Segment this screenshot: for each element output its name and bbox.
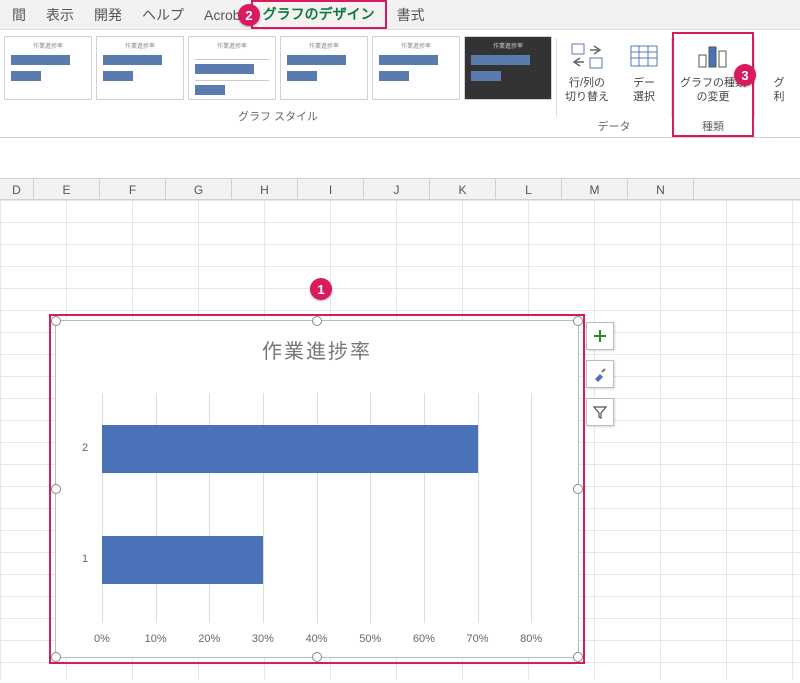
x-tick-label: 20%	[198, 633, 220, 645]
button-label: 行/列の 切り替え	[565, 76, 609, 105]
resize-handle[interactable]	[312, 316, 322, 326]
col-header[interactable]: K	[430, 179, 496, 199]
gridline	[478, 393, 479, 623]
chart-bar[interactable]	[102, 536, 263, 584]
chart-style-thumb[interactable]: 作業進捗率	[372, 36, 460, 100]
change-chart-type-icon	[695, 40, 731, 72]
resize-handle[interactable]	[573, 484, 583, 494]
cells-grid[interactable]: 1 作業進捗率	[0, 200, 800, 680]
resize-handle[interactable]	[51, 652, 61, 662]
resize-handle[interactable]	[312, 652, 322, 662]
col-header[interactable]: F	[100, 179, 166, 199]
annotation-badge-1: 1	[310, 278, 332, 300]
menu-item[interactable]: 間	[2, 0, 36, 30]
ribbon-group-data: 行/列の 切り替え デー 選択 データ	[557, 32, 671, 137]
switch-rowcol-icon	[569, 40, 605, 72]
chart-icon	[761, 40, 797, 72]
menu-item-format[interactable]: 書式	[387, 0, 435, 30]
worksheet-area: D E F G H I J K L M N 1 作業進捗率	[0, 178, 800, 680]
chart-style-thumb[interactable]: 作業進捗率	[280, 36, 368, 100]
column-headers: D E F G H I J K L M N	[0, 178, 800, 200]
menu-bar: 間 表示 開発 ヘルプ Acrob グラフのデザイン 書式 2	[0, 0, 800, 30]
x-tick-label: 0%	[94, 633, 110, 645]
annotation-badge-3: 3	[734, 64, 756, 86]
y-tick-label: 2	[82, 442, 88, 454]
x-tick-label: 40%	[306, 633, 328, 645]
y-tick-label: 1	[82, 553, 88, 565]
chart-style-gallery[interactable]: 作業進捗率 作業進捗率 作業進捗率 作業進捗率 作業進捗率 作業進捗率	[4, 36, 552, 100]
chart-style-thumb[interactable]: 作業進捗率	[4, 36, 92, 100]
col-header[interactable]: L	[496, 179, 562, 199]
button-label: デー 選択	[633, 76, 655, 105]
col-header[interactable]: H	[232, 179, 298, 199]
gridline	[531, 393, 532, 623]
col-header[interactable]: G	[166, 179, 232, 199]
ribbon-group-type: グラフの種類 の変更 種類 3	[672, 32, 754, 137]
chart-styles-button[interactable]	[586, 360, 614, 388]
x-tick-label: 80%	[520, 633, 542, 645]
menu-item-dev[interactable]: 開発	[84, 0, 132, 30]
select-data-icon	[626, 40, 662, 72]
x-tick-label: 50%	[359, 633, 381, 645]
resize-handle[interactable]	[51, 316, 61, 326]
brush-icon	[592, 366, 608, 382]
chart-style-thumb[interactable]: 作業進捗率	[96, 36, 184, 100]
x-tick-label: 30%	[252, 633, 274, 645]
chart-elements-button[interactable]	[586, 322, 614, 350]
menu-item-help[interactable]: ヘルプ	[132, 0, 194, 30]
chart-plot-area[interactable]: 2 1 0% 10% 20% 30% 40% 50% 60% 70% 80%	[102, 393, 558, 623]
chart-filters-button[interactable]	[586, 398, 614, 426]
col-header[interactable]: N	[628, 179, 694, 199]
chart-styles-group: 作業進捗率 作業進捗率 作業進捗率 作業進捗率 作業進捗率 作業進捗率 グラフ …	[0, 32, 556, 137]
resize-handle[interactable]	[573, 652, 583, 662]
x-tick-label: 60%	[413, 633, 435, 645]
ribbon: 作業進捗率 作業進捗率 作業進捗率 作業進捗率 作業進捗率 作業進捗率 グラフ …	[0, 30, 800, 138]
col-header[interactable]: I	[298, 179, 364, 199]
embedded-chart[interactable]: 作業進捗率 2 1 0% 10%	[55, 320, 579, 658]
x-tick-label: 70%	[467, 633, 489, 645]
funnel-icon	[592, 404, 608, 420]
col-header[interactable]: D	[0, 179, 34, 199]
col-header[interactable]: E	[34, 179, 100, 199]
resize-handle[interactable]	[51, 484, 61, 494]
group-label-data: データ	[557, 118, 671, 134]
ribbon-button-cut[interactable]: グ 利	[755, 32, 799, 137]
col-header[interactable]: M	[562, 179, 628, 199]
col-header[interactable]: J	[364, 179, 430, 199]
chart-side-buttons	[586, 322, 614, 426]
chart-bar[interactable]	[102, 425, 478, 473]
chart-style-thumb[interactable]: 作業進捗率	[464, 36, 552, 100]
plus-icon	[592, 328, 608, 344]
group-label-chart-styles: グラフ スタイル	[4, 108, 552, 124]
button-label: グ 利	[774, 76, 785, 105]
resize-handle[interactable]	[573, 316, 583, 326]
group-label-type: 種類	[672, 118, 754, 134]
menu-item-view[interactable]: 表示	[36, 0, 84, 30]
chart-style-thumb[interactable]: 作業進捗率	[188, 36, 276, 100]
menu-item-chart-design[interactable]: グラフのデザイン	[251, 0, 387, 29]
x-tick-label: 10%	[145, 633, 167, 645]
chart-title[interactable]: 作業進捗率	[56, 321, 578, 364]
annotation-badge-2: 2	[238, 4, 260, 26]
